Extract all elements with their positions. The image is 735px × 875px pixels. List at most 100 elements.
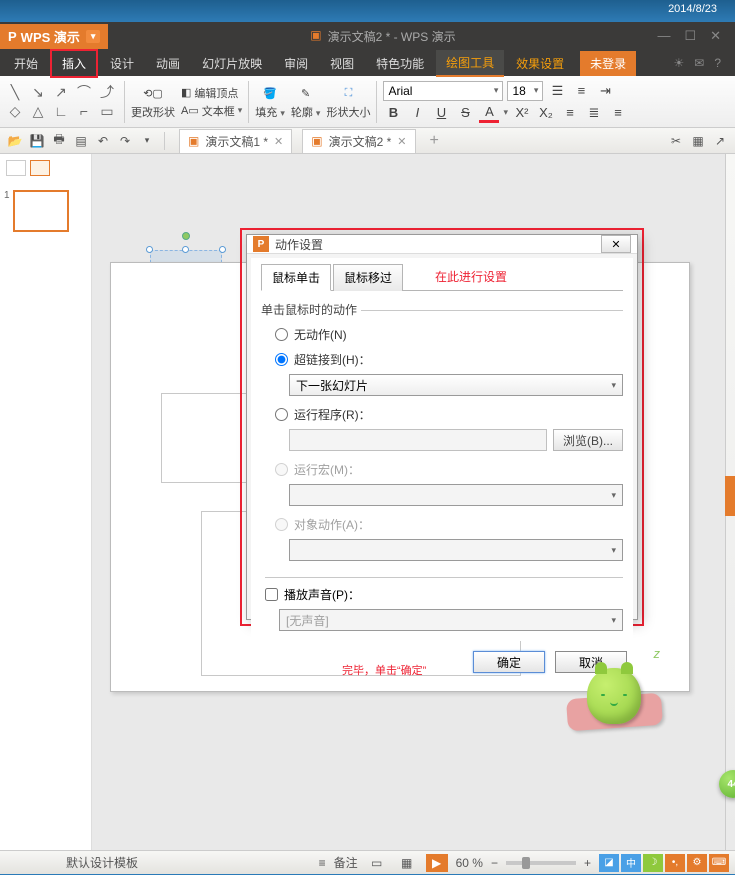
- login-button[interactable]: 未登录: [580, 51, 636, 76]
- font-size-select[interactable]: 18▾: [507, 81, 543, 101]
- bullets-icon[interactable]: ☰: [547, 81, 567, 101]
- maximize-icon[interactable]: ☐: [684, 28, 696, 44]
- align-left-button[interactable]: ≡: [560, 103, 580, 123]
- zoom-slider-knob[interactable]: [522, 857, 530, 869]
- underline-button[interactable]: U: [431, 103, 451, 123]
- checkbox-play-sound[interactable]: 播放声音(P)：: [265, 577, 623, 603]
- superscript-button[interactable]: X²: [512, 103, 532, 123]
- zoom-badge[interactable]: 44: [719, 770, 735, 798]
- fill-button[interactable]: 🪣填充 ▾: [255, 83, 285, 120]
- slide-canvas[interactable]: 选择一个形状后，绘制 P 动作设置 ✕ 鼠标单击 鼠标移过 在此进行设置: [92, 154, 735, 850]
- play-sound-checkbox[interactable]: [265, 588, 278, 601]
- shape-size-button[interactable]: ⛶形状大小: [326, 83, 370, 120]
- notify-icon[interactable]: ✉: [694, 56, 704, 70]
- app-badge[interactable]: P WPS 演示 ▾: [0, 24, 108, 49]
- menu-start[interactable]: 开始: [4, 51, 48, 76]
- dialog-close-button[interactable]: ✕: [601, 235, 631, 253]
- resize-handle[interactable]: [146, 246, 153, 253]
- tray-comma-icon[interactable]: •,: [665, 854, 685, 872]
- strike-button[interactable]: S: [455, 103, 475, 123]
- view-slideshow-button[interactable]: ▶: [426, 854, 448, 872]
- radio-run-input[interactable]: [275, 408, 288, 421]
- tab-mouse-click[interactable]: 鼠标单击: [261, 264, 331, 291]
- print-icon[interactable]: 🖶: [50, 132, 68, 150]
- align-center-button[interactable]: ≣: [584, 103, 604, 123]
- radio-none[interactable]: 无动作(N): [275, 326, 623, 343]
- doc-tab-1[interactable]: ▣ 演示文稿1 * ✕: [179, 129, 292, 153]
- rotate-handle[interactable]: [182, 232, 190, 240]
- indent-icon[interactable]: ⇥: [595, 81, 615, 101]
- tool-a-icon[interactable]: ✂: [667, 132, 685, 150]
- tray-cloud-icon[interactable]: ◪: [599, 854, 619, 872]
- bold-button[interactable]: B: [383, 103, 403, 123]
- view-sorter-button[interactable]: ▦: [396, 854, 418, 872]
- change-shape-button[interactable]: ⟲▢ 更改形状: [131, 83, 175, 120]
- thumbs-tab-icon[interactable]: [30, 160, 50, 176]
- right-collapse-icon[interactable]: [725, 476, 735, 516]
- tray-keyboard-icon[interactable]: ⌨: [709, 854, 729, 872]
- radio-run-program[interactable]: 运行程序(R)：: [275, 406, 623, 423]
- zoom-out-button[interactable]: −: [491, 856, 498, 870]
- resize-handle[interactable]: [182, 246, 189, 253]
- tray-moon-icon[interactable]: ☽: [643, 854, 663, 872]
- menu-review[interactable]: 审阅: [274, 51, 318, 76]
- doc-tab-2[interactable]: ▣ 演示文稿2 * ✕: [302, 129, 415, 153]
- outline-button[interactable]: ✎轮廓 ▾: [291, 83, 321, 120]
- align-right-button[interactable]: ≡: [608, 103, 628, 123]
- tool-c-icon[interactable]: ↗: [711, 132, 729, 150]
- radio-hyperlink-input[interactable]: [275, 353, 288, 366]
- tab2-close-icon[interactable]: ✕: [397, 135, 406, 148]
- ok-button[interactable]: 确定: [473, 651, 545, 673]
- edit-vertex-button[interactable]: ◧编辑顶点: [181, 85, 242, 101]
- tab-mouse-over[interactable]: 鼠标移过: [333, 264, 403, 291]
- mascot-character[interactable]: z: [567, 652, 662, 732]
- content-placeholder-1[interactable]: [161, 393, 251, 483]
- shape-line-grid[interactable]: ╲↘↗⌒⤴ ◇△∟⌐▭: [4, 83, 118, 120]
- radio-none-input[interactable]: [275, 328, 288, 341]
- save-icon[interactable]: 💾: [28, 132, 46, 150]
- menu-drawtools[interactable]: 绘图工具: [436, 50, 504, 77]
- subscript-button[interactable]: X₂: [536, 103, 556, 123]
- hyperlink-target-select[interactable]: 下一张幻灯片 ▾: [289, 374, 623, 396]
- tool-b-icon[interactable]: ▦: [689, 132, 707, 150]
- notes-label[interactable]: 备注: [334, 854, 358, 871]
- qat-more-icon[interactable]: ▾: [138, 132, 156, 150]
- zoom-in-button[interactable]: +: [584, 856, 591, 870]
- resize-handle[interactable]: [219, 246, 226, 253]
- slide-thumb-1[interactable]: 1: [4, 190, 87, 232]
- menu-design[interactable]: 设计: [100, 51, 144, 76]
- tray-gear-icon[interactable]: ⚙: [687, 854, 707, 872]
- run-program-input[interactable]: [289, 429, 547, 451]
- close-icon[interactable]: ✕: [710, 28, 721, 44]
- menu-insert[interactable]: 插入: [50, 49, 98, 78]
- font-color-button[interactable]: A: [479, 103, 499, 123]
- undo-icon[interactable]: ↶: [94, 132, 112, 150]
- menu-special[interactable]: 特色功能: [366, 51, 434, 76]
- macro-select: ▾: [289, 484, 623, 506]
- help-icon[interactable]: ?: [714, 56, 721, 70]
- textbox-button[interactable]: A▭文本框▾: [181, 103, 242, 119]
- browse-button[interactable]: 浏览(B)...: [553, 429, 623, 451]
- numbered-icon[interactable]: ≡: [571, 81, 591, 101]
- tab1-close-icon[interactable]: ✕: [274, 135, 283, 148]
- radio-hyperlink[interactable]: 超链接到(H)：: [275, 351, 623, 368]
- view-normal-button[interactable]: ▭: [366, 854, 388, 872]
- menu-slideshow[interactable]: 幻灯片放映: [192, 51, 272, 76]
- menu-effects[interactable]: 效果设置: [506, 51, 574, 76]
- menu-view[interactable]: 视图: [320, 51, 364, 76]
- outline-tab-icon[interactable]: [6, 160, 26, 176]
- print-preview-icon[interactable]: ▤: [72, 132, 90, 150]
- italic-button[interactable]: I: [407, 103, 427, 123]
- tray-ime-icon[interactable]: 中: [621, 854, 641, 872]
- open-icon[interactable]: 📂: [6, 132, 24, 150]
- redo-icon[interactable]: ↷: [116, 132, 134, 150]
- zoom-slider[interactable]: [506, 861, 576, 865]
- font-name-select[interactable]: Arial▾: [383, 81, 503, 101]
- skin-icon[interactable]: ☀: [673, 56, 684, 70]
- app-menu-arrow-icon[interactable]: ▾: [86, 30, 101, 43]
- font-color-arrow-icon[interactable]: ▾: [503, 107, 508, 118]
- new-tab-button[interactable]: +: [420, 129, 449, 153]
- menu-animation[interactable]: 动画: [146, 51, 190, 76]
- notes-icon[interactable]: ≡: [319, 856, 326, 870]
- minimize-icon[interactable]: —: [657, 28, 670, 44]
